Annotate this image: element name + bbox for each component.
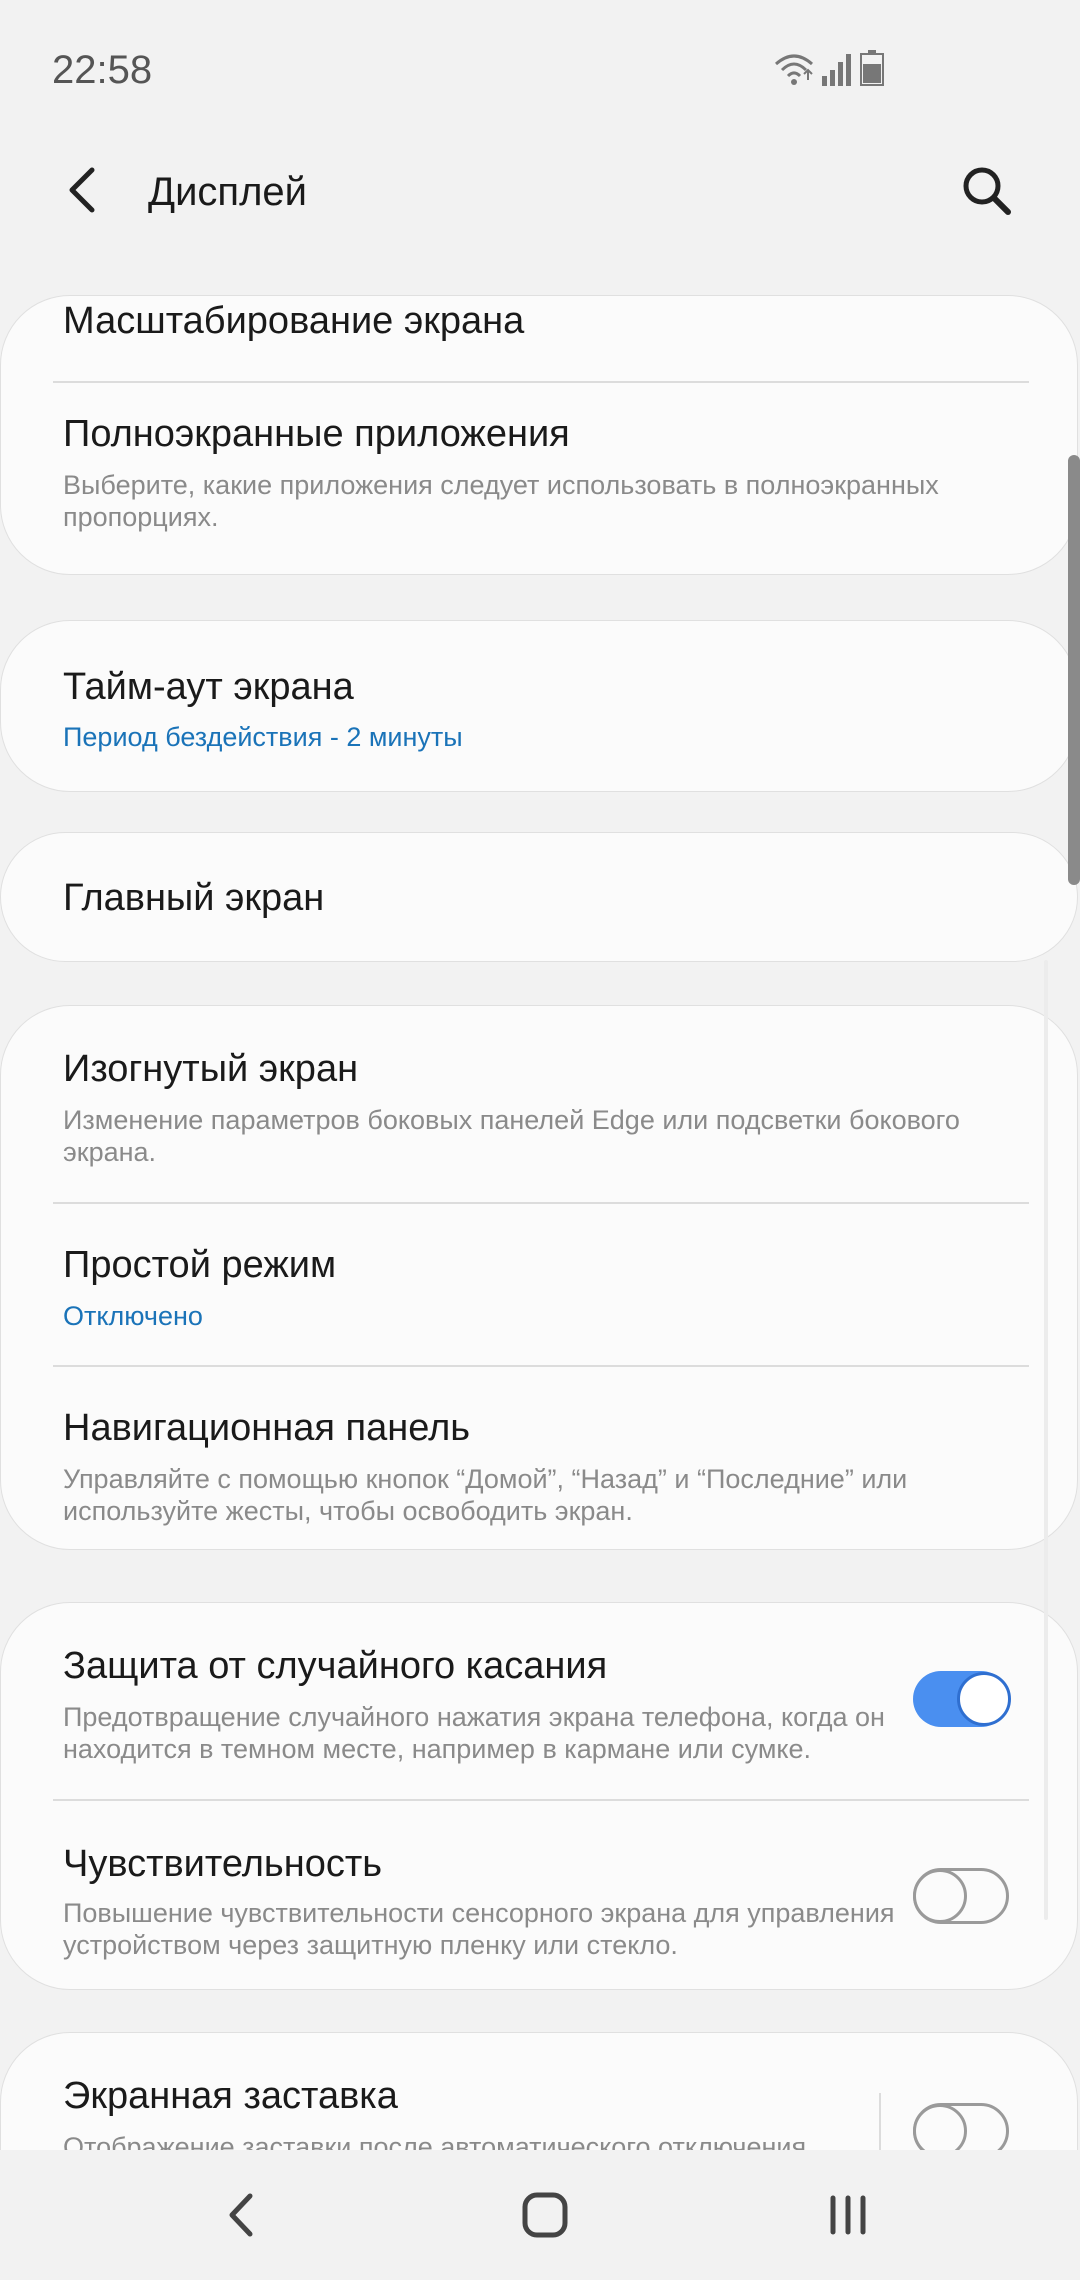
- home-icon: [522, 2192, 568, 2238]
- app-bar: Дисплей: [0, 140, 1080, 240]
- card-screensaver: Экранная заставка Отображение заставки п…: [0, 2032, 1078, 2150]
- card-home: Главный экран: [0, 832, 1078, 962]
- setting-screen-timeout[interactable]: Тайм-аут экрана Период бездействия - 2 м…: [1, 621, 1079, 793]
- search-icon: [963, 167, 1011, 215]
- setting-title: Экранная заставка: [63, 2075, 398, 2117]
- setting-edge-screen[interactable]: Изогнутый экран Изменение параметров бок…: [1, 1006, 1079, 1201]
- setting-subtitle: Повышение чувствительности сенсорного эк…: [63, 1898, 895, 1960]
- setting-subtitle: Управляйте с помощью кнопок “Домой”, “На…: [63, 1464, 908, 1526]
- setting-title: Простой режим: [63, 1244, 337, 1286]
- page-title: Дисплей: [148, 170, 308, 214]
- status-bar: 22:58: [0, 0, 1080, 140]
- setting-subtitle: Период бездействия - 2 минуты: [63, 722, 463, 752]
- nav-back-button[interactable]: [202, 2180, 282, 2250]
- status-time: 22:58: [52, 48, 153, 92]
- system-nav-bar: [0, 2150, 1080, 2280]
- setting-title: Изогнутый экран: [63, 1048, 359, 1090]
- battery-icon: [860, 50, 884, 86]
- setting-subtitle: Отключено: [63, 1301, 203, 1331]
- settings-list[interactable]: Масштабирование экрана Полноэкранные при…: [0, 290, 1080, 2150]
- status-icons: [774, 50, 884, 86]
- setting-title: Масштабирование экрана: [63, 300, 525, 342]
- back-button[interactable]: [52, 158, 116, 222]
- setting-screensaver[interactable]: Экранная заставка Отображение заставки п…: [1, 2033, 1079, 2150]
- setting-easy-mode[interactable]: Простой режим Отключено: [1, 1204, 1079, 1364]
- setting-subtitle: Выберите, какие приложения следует испол…: [63, 470, 939, 532]
- chevron-left-icon: [229, 2193, 253, 2237]
- card-misc: Изогнутый экран Изменение параметров бок…: [0, 1005, 1078, 1550]
- touch-sensitivity-toggle[interactable]: [913, 1868, 1009, 1924]
- accidental-touch-toggle[interactable]: [913, 1671, 1011, 1727]
- setting-title: Навигационная панель: [63, 1407, 471, 1449]
- setting-home-screen[interactable]: Главный экран: [1, 833, 1079, 963]
- toggle-knob: [913, 2104, 967, 2150]
- vertical-separator: [879, 2093, 881, 2150]
- setting-touch-sensitivity[interactable]: Чувствительность Повышение чувствительно…: [1, 1801, 1079, 1989]
- card-display: Масштабирование экрана Полноэкранные при…: [0, 295, 1078, 575]
- setting-title: Защита от случайного касания: [63, 1645, 608, 1687]
- nav-recents-button[interactable]: [808, 2180, 888, 2250]
- toggle-knob: [957, 1672, 1011, 1726]
- setting-title: Тайм-аут экрана: [63, 666, 354, 708]
- setting-subtitle: Предотвращение случайного нажатия экрана…: [63, 1702, 885, 1764]
- wifi-icon: [775, 54, 813, 85]
- card-timeout: Тайм-аут экрана Период бездействия - 2 м…: [0, 620, 1078, 792]
- scrollbar-track: [1044, 960, 1048, 1920]
- setting-navigation-bar[interactable]: Навигационная панель Управляйте с помощь…: [1, 1367, 1079, 1549]
- setting-title: Главный экран: [63, 877, 325, 919]
- nav-home-button[interactable]: [505, 2180, 585, 2250]
- recents-icon: [830, 2195, 866, 2235]
- setting-subtitle: Отображение заставки после автоматическо…: [63, 2132, 807, 2150]
- scrollbar-thumb[interactable]: [1068, 455, 1080, 885]
- setting-title: Полноэкранные приложения: [63, 413, 570, 455]
- setting-fullscreen-apps[interactable]: Полноэкранные приложения Выберите, какие…: [1, 383, 1079, 573]
- screensaver-toggle[interactable]: [913, 2103, 1009, 2150]
- search-button[interactable]: [954, 158, 1018, 222]
- arrow-left-icon: [69, 167, 95, 213]
- setting-screen-zoom[interactable]: Масштабирование экрана: [1, 296, 1079, 381]
- signal-icon: [822, 54, 851, 86]
- setting-subtitle: Изменение параметров боковых панелей Edg…: [63, 1105, 960, 1167]
- setting-accidental-touch[interactable]: Защита от случайного касания Предотвраще…: [1, 1603, 1079, 1798]
- setting-title: Чувствительность: [63, 1843, 383, 1885]
- toggle-knob: [913, 1869, 967, 1923]
- card-touch: Защита от случайного касания Предотвраще…: [0, 1602, 1078, 1990]
